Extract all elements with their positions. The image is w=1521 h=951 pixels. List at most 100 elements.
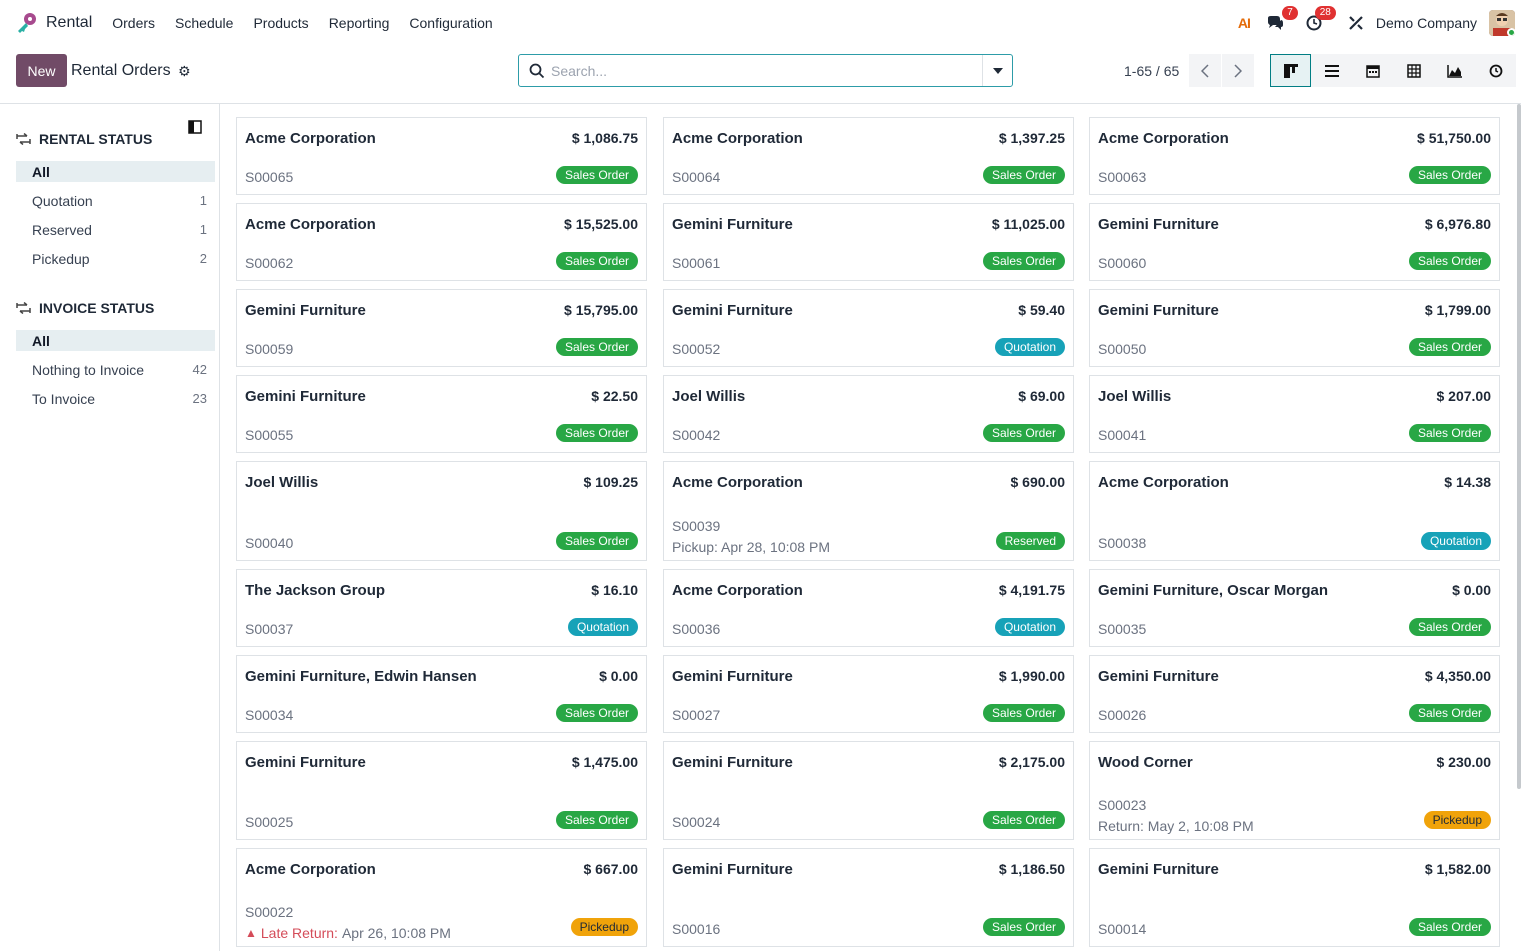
kanban-view-button[interactable]	[1270, 54, 1311, 87]
pivot-view-button[interactable]	[1393, 54, 1434, 87]
search-input[interactable]	[551, 59, 971, 83]
order-reference: S00052	[672, 341, 721, 357]
rental-order-card[interactable]: Acme Corporation $ 4,191.75 S00036 Quotatio…	[663, 569, 1074, 647]
rental-order-card[interactable]: Joel Willis $ 109.25 S00040 Sales Order	[236, 461, 647, 561]
rental-order-card[interactable]: Gemini Furniture $ 1,990.00 S00027 Sales Or…	[663, 655, 1074, 733]
status-badge: Sales Order	[555, 532, 638, 550]
user-avatar[interactable]	[1489, 10, 1515, 36]
status-badge: Sales Order	[1408, 252, 1491, 270]
order-date-info: Pickup: Apr 28, 10:08 PM	[672, 539, 830, 555]
rental-order-card[interactable]: Gemini Furniture $ 1,186.50 S00016 Sales Or…	[663, 848, 1074, 947]
customer-name: Gemini Furniture, Edwin Hansen	[245, 668, 477, 685]
rental-status-heading: RENTAL STATUS	[16, 131, 152, 147]
status-badge: Quotation	[994, 338, 1065, 356]
scrollbar[interactable]	[1517, 104, 1521, 789]
ai-icon[interactable]: AI	[1238, 15, 1251, 31]
order-reference: S00026	[1098, 707, 1147, 723]
rental-status-quotation[interactable]: Quotation 1	[16, 190, 215, 211]
graph-view-button[interactable]	[1434, 54, 1475, 87]
menu-reporting[interactable]: Reporting	[329, 15, 390, 31]
rental-order-card[interactable]: Gemini Furniture $ 59.40 S00052 Quotation	[663, 289, 1074, 367]
order-reference: S00064	[672, 169, 721, 185]
pager-value[interactable]: 1-65 / 65	[1124, 63, 1179, 79]
invoice-status-nothing-label: Nothing to Invoice	[32, 361, 145, 378]
activity-view-button[interactable]	[1475, 54, 1516, 87]
rental-status-all[interactable]: All	[16, 161, 215, 182]
customer-name: Gemini Furniture	[672, 668, 793, 685]
invoice-status-nothing-to-invoice[interactable]: Nothing to Invoice 42	[16, 359, 215, 380]
order-amount: $ 22.50	[591, 388, 638, 404]
rental-order-card[interactable]: Acme Corporation $ 667.00 S00022 ▲ Late Retu…	[236, 848, 647, 947]
rental-order-card[interactable]: Gemini Furniture $ 1,582.00 S00014 Sales Or…	[1089, 848, 1500, 947]
rental-order-card[interactable]: Gemini Furniture $ 1,475.00 S00025 Sales Or…	[236, 741, 647, 840]
rental-status-pickedup[interactable]: Pickedup 2	[16, 248, 215, 269]
order-amount: $ 6,976.80	[1424, 216, 1491, 232]
calendar-view-button[interactable]	[1352, 54, 1393, 87]
new-button[interactable]: New	[16, 54, 67, 87]
list-view-icon	[1324, 64, 1339, 77]
rental-order-card[interactable]: Acme Corporation $ 690.00 S00039 Pickup: Ap…	[663, 461, 1074, 561]
status-badge: Sales Order	[555, 338, 638, 356]
menu-orders[interactable]: Orders	[112, 15, 155, 31]
invoice-status-all[interactable]: All	[16, 330, 215, 351]
order-reference: S00041	[1098, 427, 1147, 443]
pager-previous-button[interactable]	[1189, 54, 1221, 87]
rental-order-card[interactable]: The Jackson Group $ 16.10 S00037 Quotation	[236, 569, 647, 647]
rental-order-card[interactable]: Gemini Furniture, Edwin Hansen $ 0.00 S000…	[236, 655, 647, 733]
rental-order-card[interactable]: Gemini Furniture, Oscar Morgan $ 0.00 S000…	[1089, 569, 1500, 647]
rental-status-quotation-label: Quotation	[32, 192, 93, 209]
filter-icon	[16, 133, 31, 145]
rental-order-card[interactable]: Gemini Furniture $ 11,025.00 S00061 Sales O…	[663, 203, 1074, 281]
customer-name: Gemini Furniture	[672, 216, 793, 233]
app-name[interactable]: Rental	[46, 14, 92, 32]
search-bar[interactable]	[518, 54, 1013, 87]
tools-icon[interactable]	[1348, 15, 1364, 31]
invoice-status-to-invoice-count: 23	[192, 391, 207, 406]
rental-order-card[interactable]: Gemini Furniture $ 6,976.80 S00060 Sales Or…	[1089, 203, 1500, 281]
list-view-button[interactable]	[1311, 54, 1352, 87]
gear-icon[interactable]: ⚙	[178, 63, 191, 80]
rental-order-card[interactable]: Acme Corporation $ 1,397.25 S00064 Sales Or…	[663, 117, 1074, 195]
invoice-status-title: INVOICE STATUS	[39, 300, 155, 316]
status-badge: Sales Order	[982, 918, 1065, 936]
chevron-right-icon	[1234, 63, 1242, 78]
status-badge: Sales Order	[555, 166, 638, 184]
menu-products[interactable]: Products	[253, 15, 308, 31]
customer-name: Acme Corporation	[1098, 474, 1229, 491]
rental-order-card[interactable]: Acme Corporation $ 14.38 S00038 Quotation	[1089, 461, 1500, 561]
view-switcher	[1270, 54, 1516, 87]
rental-order-card[interactable]: Gemini Furniture $ 15,795.00 S00059 Sales O…	[236, 289, 647, 367]
rental-app-icon[interactable]	[16, 12, 38, 34]
customer-name: Gemini Furniture	[1098, 302, 1219, 319]
search-options-toggle[interactable]	[982, 55, 1012, 86]
order-amount: $ 1,582.00	[1424, 861, 1491, 877]
pager-next-button[interactable]	[1222, 54, 1254, 87]
activities-button[interactable]: 28	[1306, 6, 1336, 31]
order-date-text: Return: May 2, 10:08 PM	[1098, 818, 1254, 834]
rental-order-card[interactable]: Acme Corporation $ 1,086.75 S00065 Sales Or…	[236, 117, 647, 195]
rental-order-card[interactable]: Joel Willis $ 207.00 S00041 Sales Order	[1089, 375, 1500, 453]
customer-name: Gemini Furniture	[1098, 668, 1219, 685]
order-reference: S00060	[1098, 255, 1147, 271]
customer-name: Acme Corporation	[672, 130, 803, 147]
chat-icon	[1267, 16, 1283, 30]
menu-schedule[interactable]: Schedule	[175, 15, 233, 31]
rental-status-reserved[interactable]: Reserved 1	[16, 219, 215, 240]
menu-configuration[interactable]: Configuration	[409, 15, 492, 31]
rental-order-card[interactable]: Gemini Furniture $ 22.50 S00055 Sales Order	[236, 375, 647, 453]
rental-order-card[interactable]: Acme Corporation $ 15,525.00 S00062 Sales O…	[236, 203, 647, 281]
invoice-status-to-invoice[interactable]: To Invoice 23	[16, 388, 215, 409]
online-status-dot	[1507, 28, 1515, 36]
rental-order-card[interactable]: Gemini Furniture $ 1,799.00 S00050 Sales Or…	[1089, 289, 1500, 367]
rental-order-card[interactable]: Gemini Furniture $ 4,350.00 S00026 Sales Or…	[1089, 655, 1500, 733]
rental-order-card[interactable]: Joel Willis $ 69.00 S00042 Sales Order	[663, 375, 1074, 453]
rental-order-card[interactable]: Wood Corner $ 230.00 S00023 Return: May 2, …	[1089, 741, 1500, 840]
rental-order-card[interactable]: Acme Corporation $ 51,750.00 S00063 Sales O…	[1089, 117, 1500, 195]
sidebar-collapse-icon[interactable]	[188, 120, 202, 134]
messages-button[interactable]: 7	[1266, 6, 1298, 31]
page-title[interactable]: Rental Orders	[71, 62, 171, 80]
order-reference: S00040	[245, 535, 294, 551]
graph-view-icon	[1446, 64, 1462, 78]
company-switcher[interactable]: Demo Company	[1376, 15, 1477, 31]
rental-order-card[interactable]: Gemini Furniture $ 2,175.00 S00024 Sales Or…	[663, 741, 1074, 840]
